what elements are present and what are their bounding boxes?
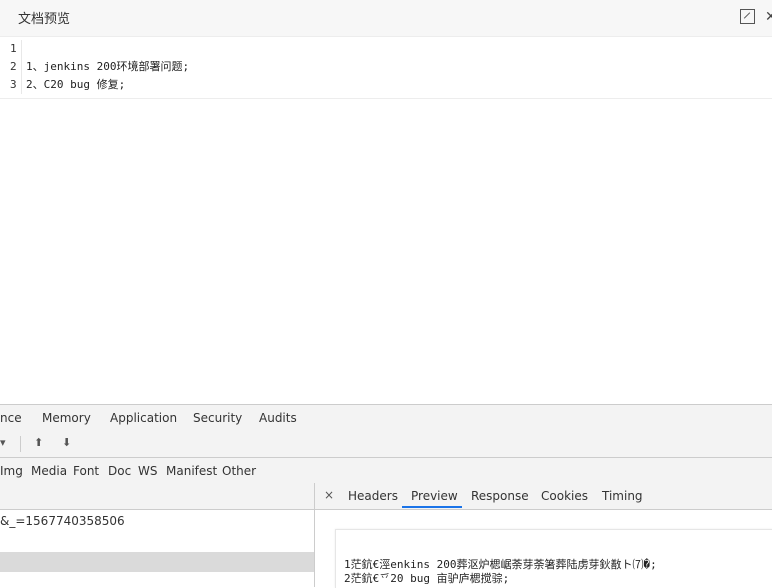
response-line: 2茫鈧€乊20 bug 亩驴庐楒搅骔;: [344, 572, 510, 585]
request-list-header: [0, 483, 314, 510]
request-list: &_=1567740358506: [0, 483, 315, 587]
upload-icon[interactable]: ⬆: [34, 436, 43, 449]
toolbar-divider: [20, 436, 21, 452]
filter-doc[interactable]: Doc: [108, 464, 131, 478]
close-icon[interactable]: ✕: [765, 9, 772, 25]
devtools-panel-tabs: nce Memory Application Security Audits: [0, 404, 772, 433]
tab-application[interactable]: Application: [110, 411, 177, 425]
tab-headers[interactable]: Headers: [348, 489, 398, 503]
tab-cookies[interactable]: Cookies: [541, 489, 588, 503]
tab-timing[interactable]: Timing: [602, 489, 643, 503]
preview-header: 文档预览 ✕: [0, 0, 772, 37]
tab-audits[interactable]: Audits: [259, 411, 297, 425]
expand-icon[interactable]: [740, 9, 755, 24]
tab-memory[interactable]: Memory: [42, 411, 91, 425]
filter-media[interactable]: Media: [31, 464, 67, 478]
download-icon[interactable]: ⬇: [62, 436, 71, 449]
line-text: [22, 40, 26, 58]
network-toolbar: ▾ ⬆ ⬇: [0, 431, 772, 458]
line-1: 1: [0, 40, 772, 58]
filter-caret-icon[interactable]: ▾: [0, 436, 6, 449]
line-text: 1、jenkins 200环境部署问题;: [26, 60, 190, 73]
line-number: 2: [0, 58, 22, 76]
line-text: 2、C20 bug 修复;: [26, 78, 126, 91]
line-number: 3: [0, 76, 22, 94]
tab-performance[interactable]: nce: [0, 411, 22, 425]
filter-other[interactable]: Other: [222, 464, 256, 478]
detail-tabs: × Headers Preview Response Cookies Timin…: [315, 483, 772, 510]
filter-img[interactable]: Img: [0, 464, 23, 478]
request-name: &_=1567740358506: [0, 514, 125, 528]
filter-font[interactable]: Font: [73, 464, 99, 478]
request-row-selected[interactable]: [0, 552, 314, 572]
response-preview: 1茫鈧€涇enkins 200葬沤炉楒崌荼芽荼箸葬陆虏芽鈥敾ト⑺�; 2茫鈧€乊…: [335, 529, 772, 588]
close-details-icon[interactable]: ×: [324, 488, 334, 502]
active-tab-indicator: [402, 506, 462, 508]
line-3: 3 2、C20 bug 修复;: [0, 76, 772, 94]
document-content: 1 2 1、jenkins 200环境部署问题; 3 2、C20 bug 修复;: [0, 40, 772, 99]
line-2: 2 1、jenkins 200环境部署问题;: [0, 58, 772, 76]
request-row[interactable]: &_=1567740358506: [0, 512, 314, 530]
tab-security[interactable]: Security: [193, 411, 242, 425]
resource-filters: Img Media Font Doc WS Manifest Other: [0, 458, 772, 484]
filter-manifest[interactable]: Manifest: [166, 464, 217, 478]
tab-response[interactable]: Response: [471, 489, 529, 503]
request-details: × Headers Preview Response Cookies Timin…: [315, 483, 772, 588]
filter-ws[interactable]: WS: [138, 464, 157, 478]
line-number: 1: [0, 40, 22, 58]
preview-title: 文档预览: [18, 12, 71, 27]
